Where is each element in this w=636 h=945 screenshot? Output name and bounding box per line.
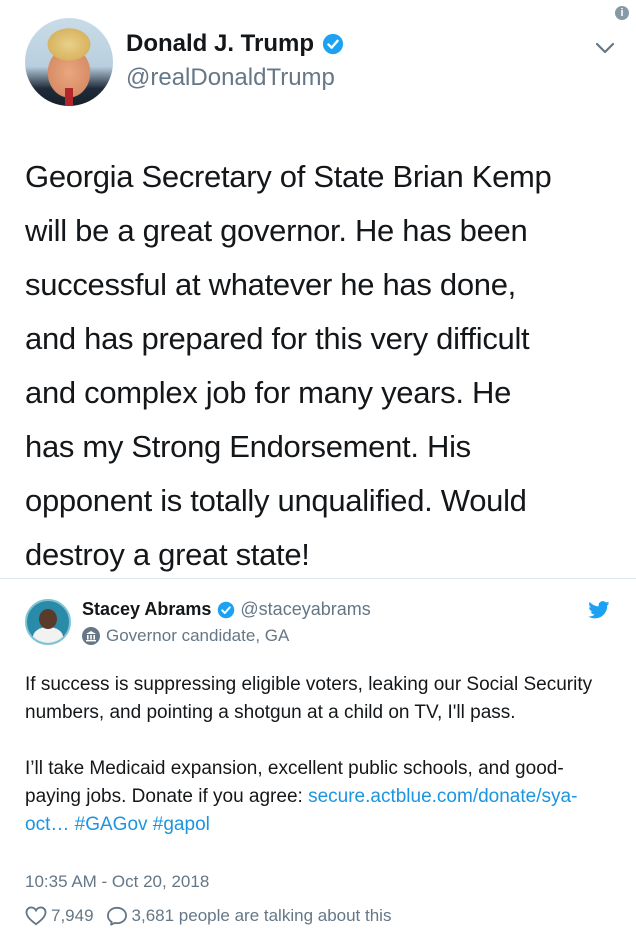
quoted-tweet-text: If success is suppressing eligible voter…: [25, 671, 615, 839]
timestamp[interactable]: 10:35 AM - Oct 20, 2018: [25, 872, 209, 892]
author-handle[interactable]: @staceyabrams: [240, 599, 370, 620]
author-name[interactable]: Stacey Abrams: [82, 599, 211, 620]
tweet-text-line: opponent is totally unqualified. Would: [25, 483, 527, 518]
government-building-icon: [82, 627, 100, 645]
hashtag-link[interactable]: #GAGov: [75, 814, 148, 835]
tweet-text-line: destroy a great state!: [25, 537, 310, 572]
twitter-bird-icon[interactable]: [588, 601, 610, 619]
quoted-tweet[interactable]: Stacey Abrams @staceyabrams Governor can…: [0, 579, 636, 945]
account-label-text: Governor candidate, GA: [106, 626, 290, 645]
avatar[interactable]: [25, 18, 113, 106]
talking-count[interactable]: 3,681 people are talking about this: [132, 906, 392, 926]
verified-badge-icon: [322, 33, 344, 55]
main-tweet: Donald J. Trump @realDonaldTrump i Georg…: [0, 0, 636, 578]
chevron-down-icon[interactable]: [594, 40, 616, 56]
tweet-text-line: and complex job for many years. He: [25, 375, 512, 410]
avatar[interactable]: [25, 599, 71, 645]
tweet-text: Georgia Secretary of State Brian Kemp wi…: [25, 150, 625, 582]
tweet-text-line: will be a great governor. He has been: [25, 213, 528, 248]
reply-icon[interactable]: [106, 906, 128, 926]
like-count[interactable]: 7,949: [51, 906, 94, 926]
author-row: Donald J. Trump: [126, 30, 344, 58]
info-icon[interactable]: i: [615, 6, 629, 20]
author-row: Stacey Abrams @staceyabrams: [82, 599, 371, 620]
heart-icon[interactable]: [25, 906, 47, 926]
engagement-bar: 7,949 3,681 people are talking about thi…: [25, 906, 391, 926]
tweet-text-line: and has prepared for this very difficult: [25, 321, 530, 356]
author-handle[interactable]: @realDonaldTrump: [126, 64, 335, 92]
paragraph: I’ll take Medicaid expansion, excellent …: [25, 755, 615, 839]
tweet-text-line: successful at whatever he has done,: [25, 267, 516, 302]
tweet-text-line: has my Strong Endorsement. His: [25, 429, 471, 464]
verified-badge-icon: [218, 601, 235, 618]
account-label: Governor candidate, GA: [82, 626, 289, 646]
paragraph: If success is suppressing eligible voter…: [25, 674, 593, 723]
author-name[interactable]: Donald J. Trump: [126, 30, 314, 58]
tweet-text-line: Georgia Secretary of State Brian Kemp: [25, 159, 552, 194]
hashtag-link[interactable]: #gapol: [153, 814, 210, 835]
